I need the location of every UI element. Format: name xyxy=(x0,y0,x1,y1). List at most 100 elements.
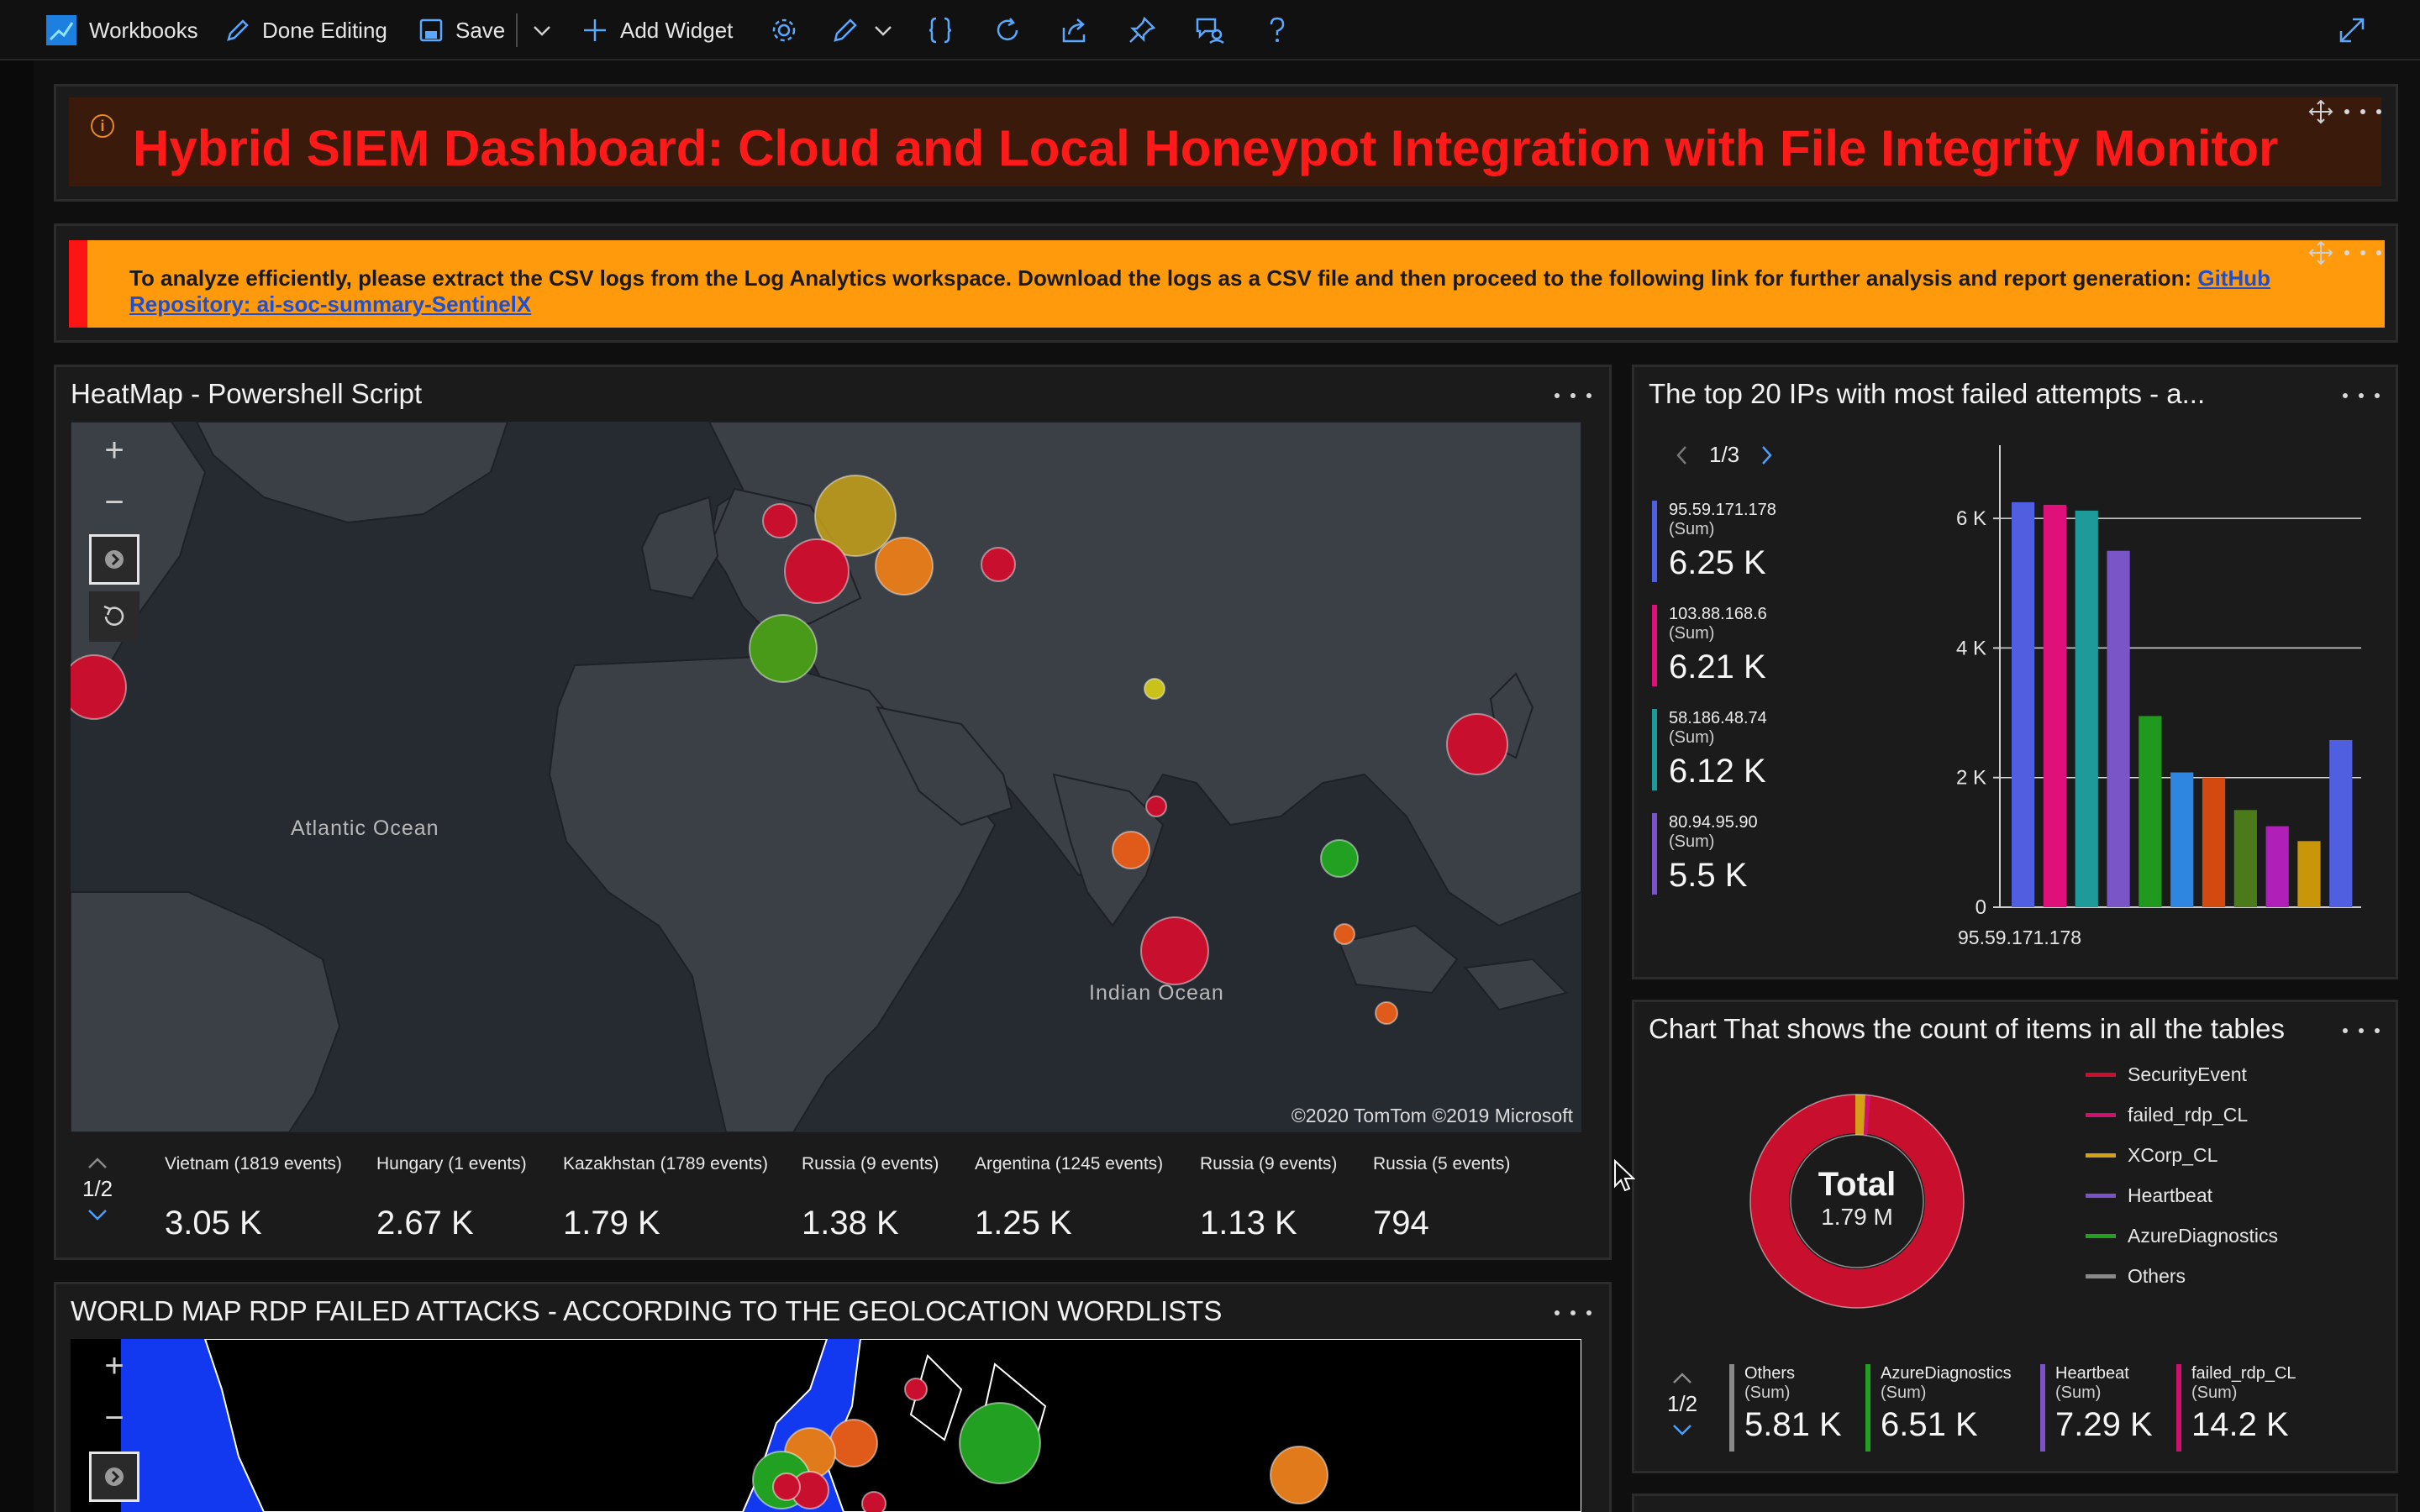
compass-button[interactable] xyxy=(89,1452,139,1502)
bar[interactable] xyxy=(2170,772,2194,907)
bar[interactable] xyxy=(2329,739,2353,907)
zoom-in-button[interactable]: + xyxy=(89,1341,139,1391)
help-button[interactable] xyxy=(1267,0,1287,60)
bubble-marker[interactable] xyxy=(981,547,1016,582)
save-options-dropdown[interactable] xyxy=(531,0,553,60)
donut-slice-xcorp[interactable] xyxy=(1855,1094,1865,1135)
bar[interactable] xyxy=(2297,841,2321,907)
notice-text: To analyze efficiently, please extract t… xyxy=(129,265,2348,318)
feedback-button[interactable] xyxy=(1195,0,1225,60)
add-widget-button[interactable]: Add Widget xyxy=(581,0,733,60)
top-ips-more-button[interactable] xyxy=(2343,383,2380,408)
bubble-marker[interactable] xyxy=(71,654,127,720)
legend-item[interactable]: 95.59.171.178 (Sum) 6.25 K xyxy=(1652,501,1820,582)
bubble-marker[interactable] xyxy=(904,1378,928,1401)
table-count-tile[interactable]: failed_rdp_CL (Sum) 14.2 K xyxy=(2176,1364,2296,1452)
worldmap-map[interactable]: + − xyxy=(71,1339,1581,1512)
legend-item[interactable]: AzureDiagnostics xyxy=(2086,1225,2278,1247)
table-count-tile[interactable]: Others (Sum) 5.81 K xyxy=(1729,1364,1842,1452)
bubble-marker[interactable] xyxy=(762,503,797,538)
tables-chart-more-button[interactable] xyxy=(2343,1018,2380,1043)
tile-value: 1.38 K xyxy=(802,1205,899,1242)
bubble-marker[interactable] xyxy=(959,1402,1041,1484)
bubble-marker[interactable] xyxy=(772,1473,801,1501)
tile-caption: Russia (9 events) xyxy=(802,1154,939,1173)
pin-button[interactable] xyxy=(1128,0,1156,60)
done-editing-button[interactable]: Done Editing xyxy=(225,0,387,60)
bar[interactable] xyxy=(2139,716,2162,907)
heatmap-more-button[interactable] xyxy=(1555,383,1591,408)
bar[interactable] xyxy=(2012,501,2035,907)
top-ips-bar-chart: 0 2 K 4 K 6 K 95.59.171.178 xyxy=(1956,445,2361,948)
tile-value: 2.67 K xyxy=(376,1205,474,1242)
bubble-marker[interactable] xyxy=(1140,916,1209,985)
bar[interactable] xyxy=(2202,777,2226,907)
refresh-button[interactable] xyxy=(993,0,1022,60)
compass-button[interactable] xyxy=(89,534,139,585)
bar[interactable] xyxy=(2233,810,2257,907)
move-icon[interactable] xyxy=(2306,99,2336,124)
bubble-marker[interactable] xyxy=(861,1491,886,1512)
zoom-out-button[interactable]: − xyxy=(89,477,139,528)
save-label: Save xyxy=(455,17,506,43)
advanced-editor-button[interactable] xyxy=(928,0,953,60)
toolbar-divider xyxy=(516,13,518,47)
bubble-marker[interactable] xyxy=(1112,831,1150,869)
chevron-up-icon[interactable] xyxy=(1670,1371,1694,1386)
tile-name: Heartbeat xyxy=(2055,1364,2129,1383)
bubble-marker[interactable] xyxy=(829,1419,878,1467)
bar[interactable] xyxy=(2265,826,2289,907)
zoom-in-button[interactable]: + xyxy=(89,425,139,475)
bar[interactable] xyxy=(2043,504,2067,907)
legend-item[interactable]: XCorp_CL xyxy=(2086,1144,2217,1167)
legend-item[interactable]: SecurityEvent xyxy=(2086,1063,2247,1086)
header-more-button[interactable] xyxy=(2344,99,2381,124)
zoom-out-button[interactable]: − xyxy=(89,1393,139,1443)
edit-button[interactable] xyxy=(832,0,859,60)
save-button[interactable]: Save xyxy=(418,0,505,60)
bubble-marker[interactable] xyxy=(1145,795,1167,817)
move-icon[interactable] xyxy=(2306,240,2336,265)
legend-item[interactable]: Others xyxy=(2086,1265,2186,1288)
bubble-marker[interactable] xyxy=(749,614,818,683)
bubble-marker[interactable] xyxy=(875,537,934,596)
bubble-marker[interactable] xyxy=(1144,678,1165,700)
done-editing-label: Done Editing xyxy=(262,17,387,43)
chevron-left-icon[interactable] xyxy=(1674,444,1691,467)
worldmap-more-button[interactable] xyxy=(1555,1300,1591,1326)
tile-caption: Vietnam (1819 events) xyxy=(165,1154,342,1173)
table-count-tile[interactable]: Heartbeat (Sum) 7.29 K xyxy=(2040,1364,2153,1452)
bubble-marker[interactable] xyxy=(784,538,850,604)
settings-button[interactable] xyxy=(770,0,798,60)
legend-name: XCorp_CL xyxy=(2128,1144,2218,1166)
legend-item[interactable]: 80.94.95.90 (Sum) 5.5 K xyxy=(1652,813,1820,895)
legend-item[interactable]: 58.186.48.74 (Sum) 6.12 K xyxy=(1652,709,1820,790)
bubble-marker[interactable] xyxy=(1446,713,1508,775)
bar[interactable] xyxy=(2107,550,2130,907)
chevron-down-icon xyxy=(534,26,550,36)
legend-item[interactable]: Heartbeat xyxy=(2086,1184,2212,1207)
tile-caption: Argentina (1245 events) xyxy=(975,1154,1164,1173)
bubble-marker[interactable] xyxy=(1320,839,1359,878)
heatmap-map[interactable]: Atlantic Ocean Indian Ocean + − ©2020 To… xyxy=(71,422,1581,1132)
reset-view-button[interactable] xyxy=(89,591,139,642)
share-button[interactable] xyxy=(1060,0,1089,60)
compass-icon xyxy=(105,1467,124,1486)
workbooks-button[interactable]: Workbooks xyxy=(45,0,198,60)
chevron-down-icon[interactable] xyxy=(1670,1422,1694,1437)
fullscreen-button[interactable] xyxy=(2338,0,2366,60)
bubble-marker[interactable] xyxy=(1270,1446,1328,1504)
table-count-tile[interactable]: AzureDiagnostics (Sum) 6.51 K xyxy=(1865,1364,2012,1452)
legend-item[interactable]: failed_rdp_CL xyxy=(2086,1104,2248,1126)
bar[interactable] xyxy=(2075,510,2098,907)
edit-options-dropdown[interactable] xyxy=(872,0,894,60)
chevron-right-icon[interactable] xyxy=(1758,444,1775,467)
y-tick-label: 6 K xyxy=(1956,507,1986,530)
chevron-down-icon[interactable] xyxy=(86,1207,109,1222)
legend-item[interactable]: 103.88.168.6 (Sum) 6.21 K xyxy=(1652,605,1820,686)
bubble-marker[interactable] xyxy=(1375,1001,1398,1025)
bubble-marker[interactable] xyxy=(1334,923,1355,945)
notice-more-button[interactable] xyxy=(2344,240,2381,265)
notice-banner: To analyze efficiently, please extract t… xyxy=(69,240,2385,328)
chevron-up-icon[interactable] xyxy=(86,1156,109,1171)
